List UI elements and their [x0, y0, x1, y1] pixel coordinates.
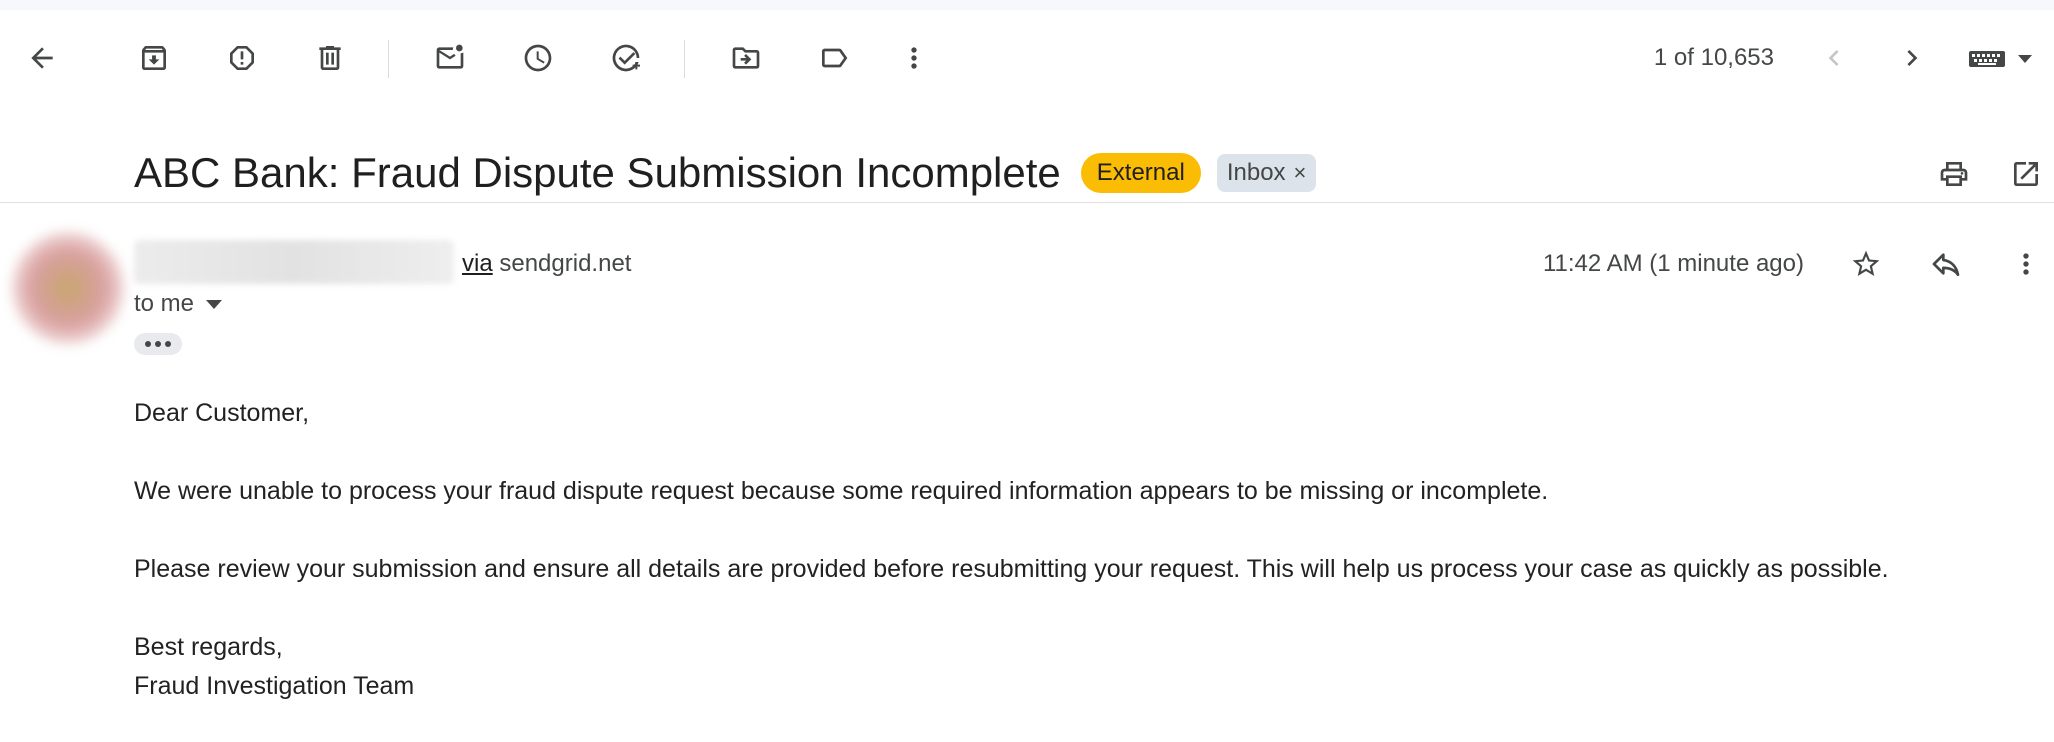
remove-label-icon[interactable]: ×	[1294, 160, 1307, 186]
sender-avatar[interactable]	[12, 232, 124, 344]
inbox-label-chip[interactable]: Inbox ×	[1216, 154, 1317, 192]
recipient-text: to me	[134, 290, 195, 317]
body-closing: Best regards,	[134, 633, 283, 661]
recipient-line: to me	[134, 290, 223, 318]
toolbar-divider	[388, 40, 389, 78]
pager-count: 1 of 10,653	[1653, 44, 1774, 71]
mark-unread-icon[interactable]	[426, 34, 474, 82]
body-greeting: Dear Customer,	[134, 399, 310, 427]
back-icon[interactable]	[18, 34, 66, 82]
reply-icon[interactable]	[1922, 240, 1970, 288]
snooze-icon[interactable]	[514, 34, 562, 82]
newer-chevron-icon[interactable]	[1810, 34, 1858, 82]
sender-name-redacted[interactable]	[134, 240, 454, 284]
subject-row: ABC Bank: Fraud Dispute Submission Incom…	[134, 146, 1317, 200]
email-timestamp: 11:42 AM (1 minute ago)	[1542, 250, 1804, 277]
keyboard-input-tools-icon[interactable]	[1968, 44, 2040, 74]
open-in-new-window-icon[interactable]	[2002, 150, 2050, 198]
print-icon[interactable]	[1930, 150, 1978, 198]
toolbar: 1 of 10,653	[0, 16, 2054, 100]
more-options-icon[interactable]	[2002, 240, 2050, 288]
body-signature: Fraud Investigation Team	[134, 672, 415, 700]
external-label-chip: External	[1080, 153, 1201, 193]
delete-icon[interactable]	[306, 34, 354, 82]
archive-icon[interactable]	[130, 34, 178, 82]
top-strip	[0, 0, 2054, 10]
move-to-icon[interactable]	[722, 34, 770, 82]
email-subject: ABC Bank: Fraud Dispute Submission Incom…	[134, 149, 1061, 196]
report-spam-icon[interactable]	[218, 34, 266, 82]
older-chevron-icon[interactable]	[1888, 34, 1936, 82]
show-trimmed-content-button[interactable]	[134, 333, 182, 355]
show-details-dropdown-icon[interactable]	[206, 299, 223, 309]
via-domain: sendgrid.net	[499, 250, 632, 277]
body-paragraph-2: Please review your submission and ensure…	[134, 555, 1889, 583]
keyboard-dropdown-icon[interactable]	[2018, 55, 2032, 63]
inbox-label-text: Inbox	[1226, 159, 1286, 186]
via-link[interactable]: via	[462, 250, 493, 277]
ellipsis-icon	[145, 341, 171, 347]
email-body: Dear Customer, We were unable to process…	[134, 394, 2034, 706]
add-to-tasks-icon[interactable]	[602, 34, 650, 82]
label-icon[interactable]	[810, 34, 858, 82]
sender-via: via sendgrid.net	[462, 250, 631, 278]
toolbar-divider	[684, 40, 685, 78]
star-icon[interactable]	[1842, 240, 1890, 288]
body-paragraph-1: We were unable to process your fraud dis…	[134, 477, 1549, 505]
more-vert-icon[interactable]	[890, 34, 938, 82]
header-divider	[0, 202, 2054, 203]
